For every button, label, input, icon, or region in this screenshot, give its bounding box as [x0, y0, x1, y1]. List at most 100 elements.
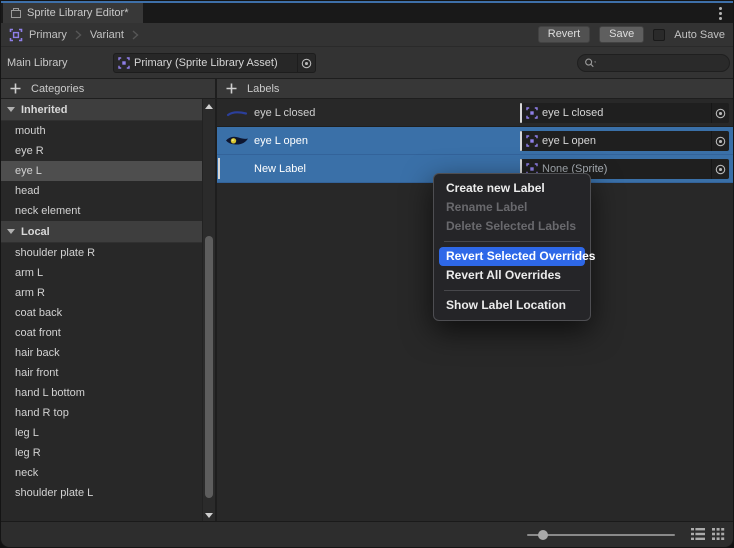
add-label-button[interactable]: [223, 82, 239, 96]
context-menu-item[interactable]: Create new Label: [434, 179, 590, 198]
thumbnail-size-slider[interactable]: [527, 534, 675, 536]
thumbnail-size-slider-thumb[interactable]: [538, 530, 548, 540]
labels-header: Labels: [217, 79, 733, 99]
foldout-triangle-icon[interactable]: [7, 229, 15, 234]
object-picker-button[interactable]: [711, 159, 729, 179]
label-row[interactable]: eye L closed eye L closed: [217, 99, 733, 127]
breadcrumb-primary[interactable]: Primary: [23, 29, 73, 41]
breadcrumb-chevron-icon: [75, 28, 82, 42]
category-list-item[interactable]: leg R: [1, 443, 202, 463]
labels-header-label: Labels: [247, 83, 279, 95]
categories-header-label: Categories: [31, 83, 84, 95]
editor-toolbar: Primary Variant Revert Save Auto Save: [1, 23, 733, 47]
sprite-object-field[interactable]: eye L closed: [520, 103, 729, 123]
object-picker-icon: [715, 136, 726, 147]
sprite-object-field[interactable]: eye L open: [520, 131, 729, 151]
context-menu-item: Rename Label: [434, 198, 590, 217]
revert-button[interactable]: Revert: [538, 26, 590, 43]
label-context-menu: Create new LabelRename LabelDelete Selec…: [433, 173, 591, 321]
category-group-header[interactable]: Local: [1, 221, 202, 243]
category-list-item[interactable]: eye R: [1, 141, 202, 161]
label-thumbnail: [224, 134, 250, 148]
category-list-item[interactable]: coat back: [1, 303, 202, 323]
categories-scrollbar[interactable]: [202, 99, 215, 523]
foldout-triangle-icon[interactable]: [7, 107, 15, 112]
category-item-label: hand R top: [15, 407, 69, 419]
window-menu-kebab-icon[interactable]: [707, 3, 733, 23]
category-list-item[interactable]: hair back: [1, 343, 202, 363]
object-picker-button[interactable]: [297, 54, 315, 72]
category-list-item[interactable]: shoulder plate R: [1, 243, 202, 263]
categories-header: Categories: [1, 79, 215, 99]
category-list-item[interactable]: arm L: [1, 263, 202, 283]
category-list-item[interactable]: coat front: [1, 323, 202, 343]
category-list-item[interactable]: neck element: [1, 201, 202, 221]
sprite-library-editor-window: Sprite Library Editor* Primary Variant R…: [0, 0, 734, 548]
category-list-item[interactable]: arm R: [1, 283, 202, 303]
context-menu-item[interactable]: Show Label Location: [434, 296, 590, 315]
labels-search-field[interactable]: [577, 54, 730, 72]
category-list-item[interactable]: hair front: [1, 363, 202, 383]
bottom-bar: [1, 521, 733, 547]
scroll-down-arrow-icon[interactable]: [205, 513, 213, 518]
category-item-label: mouth: [15, 125, 46, 137]
auto-save-label: Auto Save: [674, 29, 725, 41]
context-menu-separator: [444, 241, 580, 242]
breadcrumb-chevron-icon: [132, 28, 139, 42]
window-tab-icon: [10, 7, 22, 19]
context-menu-item[interactable]: Revert All Overrides: [434, 266, 590, 285]
grid-view-icon[interactable]: [712, 528, 725, 540]
category-item-label: neck element: [15, 205, 80, 217]
tab-sprite-library-editor[interactable]: Sprite Library Editor*: [3, 3, 143, 23]
sprite-asset-icon: [526, 107, 538, 119]
category-item-label: leg R: [15, 447, 41, 459]
category-list-item[interactable]: hand R top: [1, 403, 202, 423]
category-list-item[interactable]: hand L bottom: [1, 383, 202, 403]
label-name: New Label: [254, 163, 306, 175]
search-input[interactable]: [599, 56, 709, 70]
field-override-bar: [520, 103, 522, 123]
main-library-row: Main Library Primary (Sprite Library Ass…: [1, 47, 733, 79]
tab-title: Sprite Library Editor*: [27, 7, 129, 19]
list-view-icon[interactable]: [691, 528, 705, 540]
category-group-header[interactable]: Inherited: [1, 99, 202, 121]
category-item-label: shoulder plate L: [15, 487, 93, 499]
category-list-item[interactable]: neck: [1, 463, 202, 483]
object-picker-button[interactable]: [711, 103, 729, 123]
categories-panel: Categories Inherited mouth eye R eye L h…: [1, 79, 215, 523]
eye-open-sprite-thumbnail: [225, 134, 249, 148]
category-item-label: arm R: [15, 287, 45, 299]
scroll-up-arrow-icon[interactable]: [205, 104, 213, 109]
editor-panels: Categories Inherited mouth eye R eye L h…: [1, 79, 733, 523]
main-library-label: Main Library: [7, 57, 68, 69]
sprite-field-value: eye L closed: [542, 107, 711, 119]
category-item-label: arm L: [15, 267, 43, 279]
category-item-label: shoulder plate R: [15, 247, 95, 259]
category-item-label: neck: [15, 467, 38, 479]
sprite-field-value: eye L open: [542, 135, 711, 147]
category-item-label: eye R: [15, 145, 44, 157]
sprite-asset-icon: [526, 135, 538, 147]
label-row[interactable]: eye L open eye L open: [217, 127, 733, 155]
context-menu-item: Delete Selected Labels: [434, 217, 590, 236]
object-picker-button[interactable]: [711, 131, 729, 151]
main-library-object-field[interactable]: Primary (Sprite Library Asset): [113, 53, 316, 73]
category-list-item[interactable]: head: [1, 181, 202, 201]
category-item-label: head: [15, 185, 39, 197]
search-icon: [584, 57, 597, 69]
add-category-button[interactable]: [7, 82, 23, 96]
category-list-item[interactable]: mouth: [1, 121, 202, 141]
main-library-field-value: Primary (Sprite Library Asset): [134, 57, 278, 69]
scrollbar-thumb[interactable]: [205, 236, 213, 498]
category-list-item[interactable]: leg L: [1, 423, 202, 443]
category-list-item[interactable]: shoulder plate L: [1, 483, 202, 503]
sprite-asset-icon: [118, 57, 130, 69]
auto-save-checkbox[interactable]: [653, 29, 665, 41]
object-picker-icon: [301, 58, 312, 69]
context-menu-item[interactable]: Revert Selected Overrides: [439, 247, 585, 266]
label-name: eye L closed: [254, 107, 315, 119]
category-list-item[interactable]: eye L: [1, 161, 202, 181]
breadcrumb-variant[interactable]: Variant: [84, 29, 130, 41]
save-button[interactable]: Save: [599, 26, 644, 43]
category-item-label: hand L bottom: [15, 387, 85, 399]
